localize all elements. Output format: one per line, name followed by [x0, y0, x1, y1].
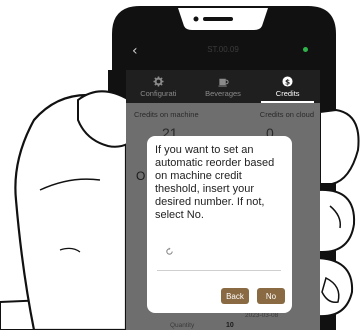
speaker-grille	[203, 17, 233, 21]
quantity-value: 10	[226, 322, 234, 329]
gear-icon	[153, 76, 164, 87]
coin-icon: $	[282, 76, 293, 87]
section-heading-fragment: O	[136, 169, 146, 183]
credits-on-machine-label: Credits on machine	[134, 110, 199, 119]
reorder-dialog: If you want to set an automatic reorder …	[147, 136, 292, 313]
quantity-label: Quantity	[170, 322, 195, 329]
tab-configuration[interactable]: Configurati	[126, 70, 191, 103]
tab-label: Credits	[275, 89, 300, 98]
tab-credits[interactable]: $ Credits	[255, 70, 320, 103]
tab-bar: Configurati Beverages $ Credits	[126, 70, 320, 103]
dialog-message: If you want to set an automatic reorder …	[155, 144, 275, 221]
tab-label: Configurati	[140, 89, 177, 98]
tab-label: Beverages	[205, 89, 241, 98]
phone-side-button	[108, 70, 112, 92]
cup-icon	[217, 78, 229, 87]
back-button[interactable]: Back	[221, 288, 249, 304]
refresh-icon	[166, 247, 173, 255]
tab-beverages[interactable]: Beverages	[191, 70, 256, 103]
camera-icon	[193, 16, 199, 22]
finger-top	[319, 108, 360, 185]
credits-on-cloud-label: Credits on cloud	[259, 110, 314, 119]
svg-text:$: $	[285, 77, 290, 86]
reorder-threshold-input[interactable]	[157, 257, 281, 271]
device-name: ST.00.09	[207, 45, 239, 54]
no-button[interactable]: No	[257, 288, 285, 304]
history-date: 2023-03-08	[245, 312, 279, 319]
app-header: ‹ ST.00.09	[126, 32, 320, 70]
connection-status-dot	[303, 47, 308, 52]
